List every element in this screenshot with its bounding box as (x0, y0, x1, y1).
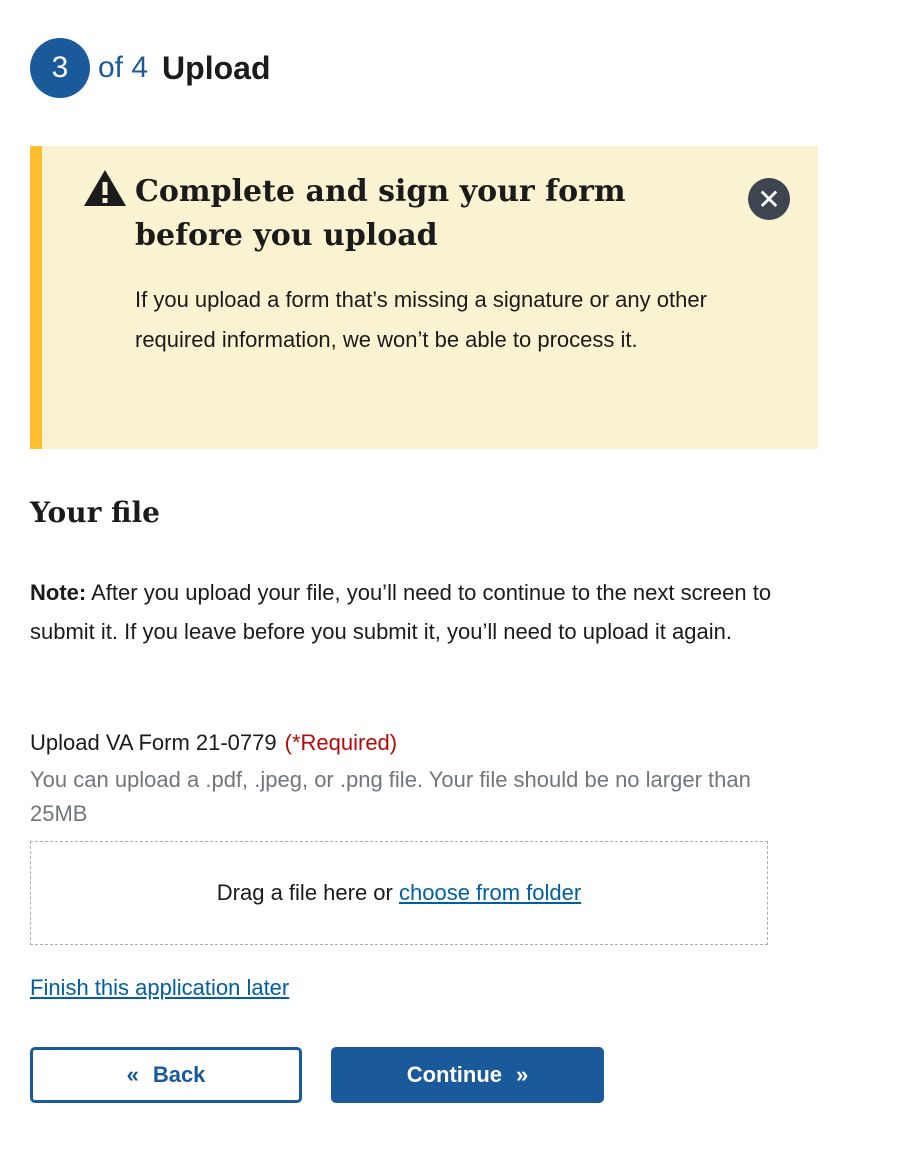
back-label: Back (152, 1062, 206, 1087)
chevrons-left-icon: « (126, 1062, 139, 1087)
note-label: Note: (30, 580, 87, 605)
file-drop-zone[interactable]: Drag a file here or choose from folder (30, 841, 768, 945)
finish-later-link[interactable]: Finish this application later (30, 975, 289, 1001)
back-button[interactable]: « Back (30, 1047, 302, 1103)
step-title: Upload (162, 49, 271, 86)
note-text: Note: After you upload your file, you’ll… (30, 573, 790, 651)
section-heading: Your file (30, 496, 160, 529)
upload-label-text: Upload VA Form 21-0779 (30, 730, 277, 755)
upload-label: Upload VA Form 21-0779 (*Required) (30, 730, 397, 756)
step-indicator: 3 of 4 Upload (30, 38, 270, 98)
note-body: After you upload your file, you’ll need … (30, 580, 772, 644)
warning-icon (84, 170, 126, 206)
choose-from-folder-link[interactable]: choose from folder (399, 880, 581, 906)
close-icon[interactable]: ✕ (748, 178, 790, 220)
step-total: of 4 (98, 51, 149, 84)
alert-heading: Complete and sign your form before you u… (135, 174, 626, 253)
continue-label: Continue (406, 1062, 503, 1087)
required-marker: (*Required) (284, 730, 398, 755)
warning-alert: Complete and sign your form before you u… (30, 146, 818, 449)
step-number: 3 (30, 38, 90, 98)
upload-hint: You can upload a .pdf, .jpeg, or .png fi… (30, 767, 751, 826)
drop-text: Drag a file here or (216, 880, 393, 905)
continue-button[interactable]: Continue » (331, 1047, 604, 1103)
chevrons-right-icon: » (516, 1062, 529, 1087)
alert-body: If you upload a form that’s missing a si… (135, 287, 707, 352)
